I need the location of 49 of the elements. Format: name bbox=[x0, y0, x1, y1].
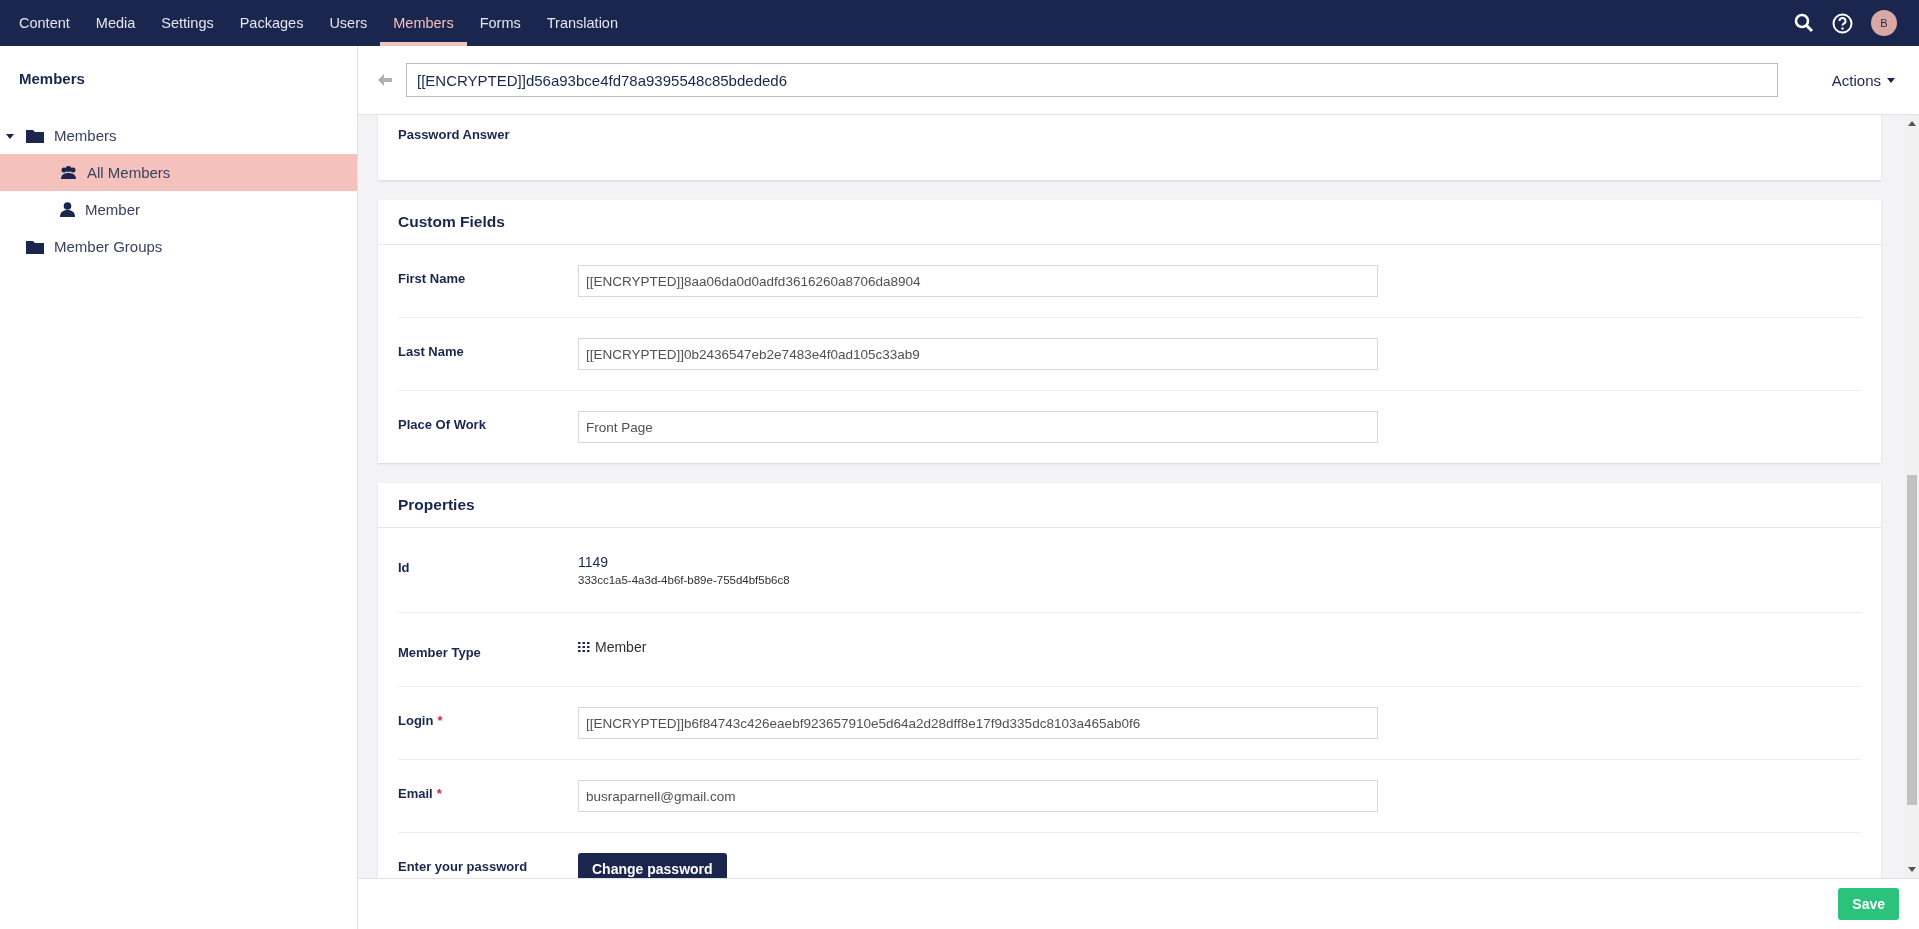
tree-item[interactable]: Member Groups bbox=[0, 228, 357, 265]
field-label: Last Name bbox=[398, 343, 465, 359]
scroll-up-icon[interactable] bbox=[1908, 121, 1916, 126]
nav-tab[interactable]: Users bbox=[316, 0, 381, 46]
text-field[interactable]: [[ENCRYPTED]]b6f84743c426eaebf923657910e5d64a2d28dff8e17f9d335dc8103a465ab0f6 bbox=[578, 707, 1378, 739]
scroll-down-icon[interactable] bbox=[1908, 867, 1916, 872]
nav-tab[interactable]: Forms bbox=[466, 0, 534, 46]
tree-item[interactable]: All Members bbox=[0, 154, 357, 191]
actions-button[interactable]: Actions bbox=[1791, 71, 1905, 89]
users-icon bbox=[60, 166, 77, 179]
field-label: Login * bbox=[398, 712, 444, 728]
nav-tab[interactable]: Translation bbox=[533, 0, 631, 46]
tree-item[interactable]: Member bbox=[0, 191, 357, 228]
nav-tab[interactable]: Packages bbox=[226, 0, 317, 46]
nav-tab[interactable]: Media bbox=[82, 0, 149, 46]
text-field[interactable]: [[ENCRYPTED]]0b2436547eb2e7483e4f0ad105c33ab9 bbox=[578, 338, 1378, 370]
scrollbar[interactable] bbox=[1905, 115, 1919, 878]
help-icon[interactable] bbox=[1832, 12, 1853, 34]
member-type-value: Member bbox=[595, 639, 647, 655]
text-field[interactable]: busraparnell@gmail.com bbox=[578, 780, 1378, 812]
panel-title: Custom Fields bbox=[378, 200, 1881, 245]
text-field[interactable]: [[ENCRYPTED]]8aa06da0d0adfd3616260a8706da8904 bbox=[578, 265, 1378, 297]
text-field[interactable]: Front Page bbox=[578, 411, 1378, 443]
tree-item[interactable]: Members bbox=[0, 117, 357, 154]
field-label: Email * bbox=[398, 785, 443, 801]
sidebar-title: Members bbox=[18, 69, 86, 89]
folder-icon bbox=[26, 128, 44, 143]
change-password-button[interactable]: Change password bbox=[578, 853, 727, 878]
user-icon bbox=[60, 202, 75, 217]
member-name-field[interactable]: [[ENCRYPTED]]d56a93bce4fd78a9395548c85bdeded6 bbox=[406, 63, 1778, 97]
field-label: Place Of Work bbox=[398, 416, 487, 432]
field-label: Id bbox=[398, 559, 411, 575]
required-mark: * bbox=[437, 713, 443, 728]
user-avatar[interactable]: B bbox=[1871, 10, 1897, 36]
field-label: Enter your password bbox=[398, 858, 529, 874]
panel-title: Properties bbox=[378, 483, 1881, 528]
caret-down-icon[interactable] bbox=[6, 131, 14, 140]
search-icon[interactable] bbox=[1794, 13, 1814, 33]
grid-icon bbox=[578, 642, 590, 652]
nav-tab[interactable]: Settings bbox=[148, 0, 227, 46]
id-value: 1149 bbox=[578, 554, 610, 570]
folder-icon bbox=[26, 239, 44, 254]
field-label: First Name bbox=[398, 270, 467, 286]
guid-value: 333cc1a5-4a3d-4b6f-b89e-755d4bf5b6c8 bbox=[578, 574, 790, 586]
field-label: Password Answer bbox=[398, 126, 511, 142]
nav-tab[interactable]: Content bbox=[6, 0, 83, 46]
required-mark: * bbox=[436, 786, 442, 801]
field-label: Member Type bbox=[398, 644, 482, 660]
caret-down-icon bbox=[1887, 77, 1895, 83]
